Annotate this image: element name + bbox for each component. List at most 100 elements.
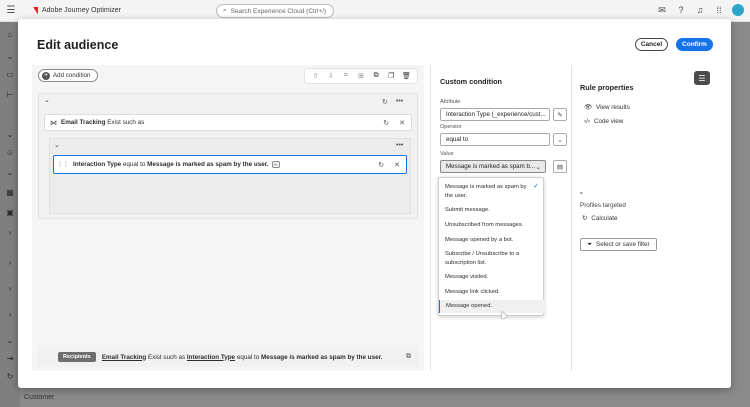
value-option-label: Message visited.	[445, 274, 489, 280]
value-option[interactable]: Message visited.	[439, 273, 545, 282]
calculate-link[interactable]: ↻ Calculate	[582, 215, 618, 222]
value-option[interactable]: Message opened by a bot.	[439, 236, 545, 245]
close-icon[interactable]: ✕	[399, 119, 405, 127]
refresh-icon[interactable]: ↻	[378, 161, 384, 169]
chevron-down-icon: ⌄	[535, 163, 541, 171]
cancel-button[interactable]: Cancel	[635, 38, 668, 51]
notifications-icon[interactable]: ♫	[694, 4, 706, 16]
value-option[interactable]: Subscribe / Unsubscribe to a subscriptio…	[439, 250, 545, 267]
refresh-icon[interactable]: ↻	[383, 119, 389, 127]
chevron-down-icon[interactable]: ⌄	[5, 130, 15, 140]
search-input[interactable]: ⌕ Search Experience Cloud (Ctrl+/)	[216, 4, 334, 18]
nav-customer-label[interactable]: Customer	[24, 394, 54, 401]
avatar[interactable]	[732, 4, 744, 16]
edit-attribute-icon[interactable]: ✎	[553, 108, 567, 121]
assets-icon[interactable]: ▣	[5, 208, 15, 218]
rule-email-tracking[interactable]: ⋈ Email Tracking Exist such as ↻ ✕	[44, 114, 412, 131]
chevron-down-icon[interactable]: ⌄	[54, 141, 60, 149]
rule-attribute: Interaction Type	[73, 161, 122, 168]
feedback-icon[interactable]: ✉	[656, 4, 668, 16]
rule-properties-panel: Rule properties 👁 View results ‹/› Code …	[572, 65, 687, 371]
rule-actions: ↻ ✕	[383, 119, 405, 127]
ungroup-icon[interactable]: ⊞	[356, 72, 366, 80]
move-down-icon[interactable]: ⇩	[326, 72, 336, 80]
value-option-label: Subscribe / Unsubscribe to a subscriptio…	[445, 251, 520, 266]
chevron-right-icon[interactable]: ›	[5, 228, 15, 238]
properties-toggle-icon[interactable]: ☰	[694, 71, 710, 85]
apps-grid-icon[interactable]: ⁞⁞	[713, 4, 725, 16]
connector-icon: ⋈	[50, 119, 57, 127]
value-option-label: Message is marked as spam by the user.	[445, 184, 527, 199]
group-actions: ↻ •••	[382, 98, 403, 106]
code-icon: ‹/›	[584, 118, 590, 125]
audience-summary: Recipients Email Tracking Exist such as …	[38, 347, 418, 367]
more-icon[interactable]: •••	[396, 98, 403, 106]
home-icon[interactable]: ⌂	[5, 30, 15, 40]
summary-attr-2[interactable]: Interaction Type	[187, 354, 235, 361]
refresh-icon: ↻	[582, 215, 588, 222]
value-option-label: Message opened by a bot.	[445, 237, 514, 243]
chevron-down-icon[interactable]: ⌄	[5, 168, 15, 178]
attribute-label: Attribute	[440, 99, 461, 105]
operator-select[interactable]: equal to	[440, 133, 550, 146]
value-selected: Message is marked as spam b...	[446, 163, 536, 170]
value-option[interactable]: Message is marked as spam by the user. ✓	[439, 183, 545, 200]
attribute-field[interactable]: Interaction Type (_experience/cust...	[440, 108, 550, 121]
value-option[interactable]: Message link clicked.	[439, 288, 545, 297]
adobe-logo-icon	[32, 6, 38, 15]
summary-value: Message is marked as spam by the user.	[260, 353, 383, 361]
select-save-filter-label: Select or save filter	[596, 241, 650, 248]
value-select[interactable]: Message is marked as spam b... ⌄	[440, 160, 546, 173]
value-option-label: Message link clicked.	[445, 289, 500, 295]
copy-icon[interactable]: ⧉	[406, 353, 411, 361]
search-placeholder: Search Experience Cloud (Ctrl+/)	[230, 7, 327, 15]
branch-icon[interactable]: ⊢	[5, 90, 15, 100]
view-results-link[interactable]: 👁 View results	[584, 103, 630, 112]
grid-icon[interactable]: ▦	[5, 188, 15, 198]
login-icon[interactable]: ⇥	[5, 354, 15, 364]
custom-condition-title: Custom condition	[440, 77, 503, 86]
journeys-icon[interactable]: ▭	[5, 70, 15, 80]
drag-handle-icon[interactable]: ⋮⋮	[57, 161, 69, 168]
add-condition-button[interactable]: + Add condition	[38, 69, 98, 82]
rule-properties-title: Rule properties	[580, 83, 634, 92]
more-icon[interactable]: •••	[396, 142, 403, 149]
group-icon[interactable]: ⌗	[341, 72, 351, 80]
refresh-icon[interactable]: ↻	[5, 372, 15, 382]
value-option[interactable]: Unsubscribed from messages.	[439, 221, 545, 230]
value-picker-icon[interactable]: ▤	[553, 160, 567, 173]
brand-name: Adobe Journey Optimizer	[42, 7, 121, 14]
select-save-filter-button[interactable]: ⏷ Select or save filter	[580, 238, 657, 251]
value-option-label: Unsubscribed from messages.	[445, 222, 524, 228]
rule-toolbar: ⇧ ⇩ ⌗ ⊞ ⧉ ❐ 🗑	[304, 68, 418, 84]
chevron-down-icon[interactable]: ⌄	[44, 96, 50, 104]
confirm-button[interactable]: Confirm	[676, 38, 713, 51]
chevron-down-icon[interactable]: ⌄	[5, 336, 15, 346]
chevron-right-icon[interactable]: ›	[5, 310, 15, 320]
summary-attr-1[interactable]: Email Tracking	[102, 354, 146, 361]
rule-interaction-type[interactable]: ⋮⋮ Interaction Type equal to Message is …	[53, 155, 407, 174]
people-icon[interactable]: ☺	[5, 148, 15, 158]
condition-group: ⌄ ↻ ••• ⋈ Email Tracking Exist such as ↻…	[38, 93, 418, 219]
help-icon[interactable]: ?	[675, 4, 687, 16]
value-option[interactable]: Submit message.	[439, 206, 545, 215]
move-up-icon[interactable]: ⇧	[311, 72, 321, 80]
chevron-right-icon[interactable]: ›	[5, 258, 15, 268]
chevron-down-icon[interactable]: ⌄	[553, 133, 567, 146]
brand[interactable]: Adobe Journey Optimizer	[30, 6, 121, 15]
close-icon[interactable]: ✕	[394, 161, 400, 169]
rule-condition: Exist such as	[107, 119, 145, 126]
value-dropdown: Message is marked as spam by the user. ✓…	[438, 177, 545, 316]
delete-icon[interactable]: 🗑	[401, 72, 411, 80]
menu-icon[interactable]: ☰	[0, 5, 22, 16]
value-option[interactable]: Message opened.	[439, 300, 545, 313]
operator-value: equal to	[446, 136, 469, 143]
rule-operator: equal to	[122, 161, 146, 168]
chevron-down-icon[interactable]: ⌄	[5, 52, 15, 62]
copy-icon[interactable]: ⧉	[371, 72, 381, 80]
code-view-link[interactable]: ‹/› Code view	[584, 118, 623, 125]
refresh-icon[interactable]: ↻	[382, 98, 388, 106]
duplicate-icon[interactable]: ❐	[386, 72, 396, 80]
chevron-right-icon[interactable]: ›	[5, 284, 15, 294]
edit-audience-dialog: Edit audience Cancel Confirm + Add condi…	[18, 19, 731, 388]
